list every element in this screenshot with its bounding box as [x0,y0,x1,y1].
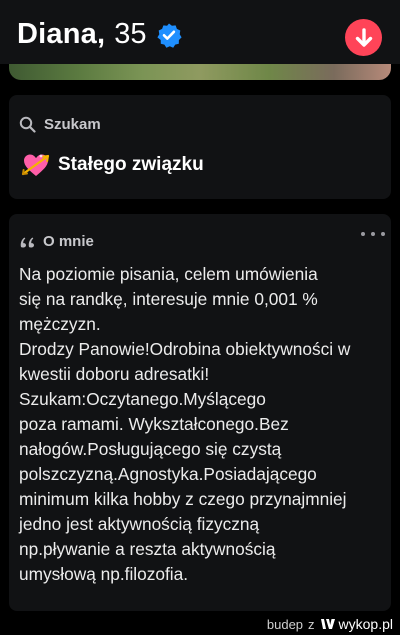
dot [371,232,375,236]
about-me-header: O mnie [19,233,94,250]
looking-for-card: Szukam Stałego związku [9,95,391,199]
heart-with-arrow-icon [21,154,50,176]
watermark-user: budep [266,616,304,632]
profile-page: Diana, 35 Szukam Stałego związku O mnie … [0,0,400,635]
dot [361,232,365,236]
wykop-logo-icon [320,617,336,631]
close-profile-button[interactable] [345,19,382,56]
profile-name: Diana, [17,18,106,50]
about-me-card: O mnie Na poziomie pisania, celem umówie… [9,214,391,611]
search-icon [19,116,36,133]
arrow-down-icon [355,27,372,47]
name-row: Diana, 35 [17,18,182,51]
looking-for-value-row: Stałego związku [21,150,204,180]
looking-for-value: Stałego związku [58,154,204,175]
more-dots-icon[interactable] [361,228,385,240]
watermark-site: wykop.pl [338,616,393,632]
about-me-text: Na poziomie pisania, celem umówienia się… [19,264,351,584]
profile-header: Diana, 35 [0,0,400,64]
dot [381,232,385,236]
verified-check-icon [156,22,182,48]
watermark: budep z wykop.pl [267,616,393,632]
about-me-label: O mnie [43,233,94,250]
profile-photo[interactable] [9,64,391,80]
looking-for-header: Szukam [19,116,101,133]
looking-for-label: Szukam [44,116,101,133]
quote-icon [20,237,34,247]
watermark-z: z [308,616,315,632]
profile-age: 35 [114,18,147,50]
